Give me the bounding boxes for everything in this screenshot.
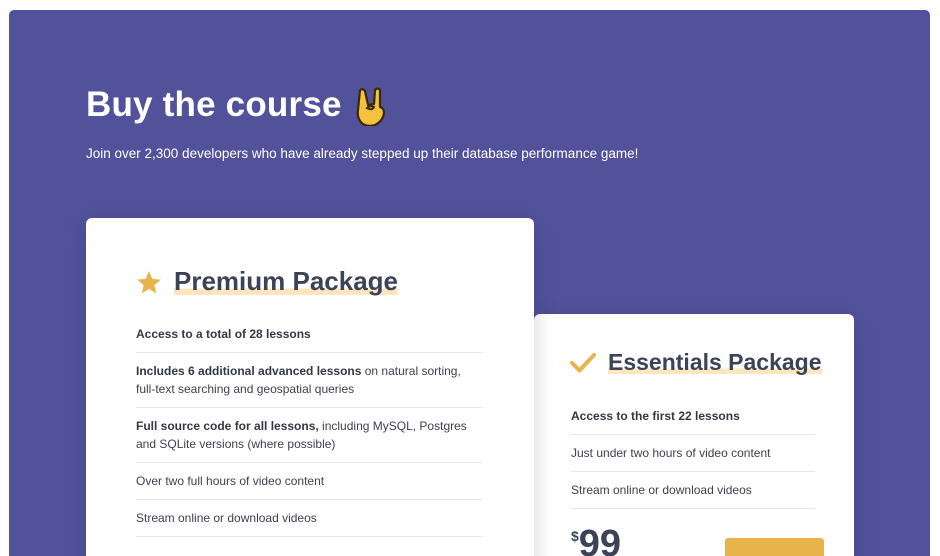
premium-package-title-text: Premium Package [174,266,399,298]
essentials-price: $ 99 [571,524,621,556]
rock-on-hand-icon [352,84,392,127]
page-title: Buy the course [86,84,392,127]
check-icon [570,352,596,374]
essentials-package-card: Essentials Package Access to the first 2… [534,314,854,556]
premium-package-title: Premium Package [136,266,399,298]
essentials-buy-button[interactable] [725,538,824,556]
list-item: Stream online or download videos [136,500,482,537]
list-item: Just under two hours of video content [571,435,815,472]
essentials-package-title-text: Essentials Package [608,349,822,377]
list-item: Includes 6 additional advanced lessons o… [136,353,482,408]
essentials-package-title: Essentials Package [570,349,822,377]
list-item: Over two full hours of video content [136,463,482,500]
page-subtitle: Join over 2,300 developers who have alre… [86,146,639,161]
buy-course-section: Buy the course Join over 2,300 developer… [9,10,930,556]
list-item: Access to a total of 28 lessons [136,317,482,353]
essentials-feature-list: Access to the first 22 lessons Just unde… [571,399,815,509]
price-amount: 99 [578,523,622,556]
list-item: Stream online or download videos [571,472,815,509]
price-currency: $ [571,528,579,544]
premium-feature-list: Access to a total of 28 lessons Includes… [136,317,482,537]
star-icon [136,270,162,295]
premium-package-card: Premium Package Access to a total of 28 … [86,218,534,556]
list-item: Full source code for all lessons, includ… [136,408,482,463]
list-item: Access to the first 22 lessons [571,399,815,435]
page-title-text: Buy the course [86,85,342,124]
